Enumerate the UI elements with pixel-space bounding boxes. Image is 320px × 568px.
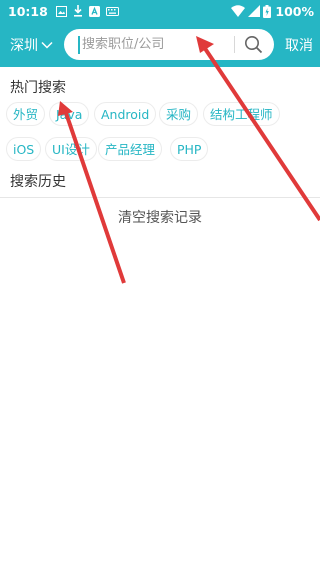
hot-tag-php[interactable]: PHP: [170, 137, 209, 161]
hot-search-title: 热门搜索: [10, 80, 66, 96]
download-notification-icon: [73, 5, 83, 17]
hot-tag-waimao[interactable]: 外贸: [6, 102, 46, 126]
status-time: 10:18: [8, 3, 48, 19]
keyboard-notification-icon: [105, 6, 119, 16]
hot-tag-ui-design[interactable]: UI设计: [45, 137, 97, 161]
battery-percentage: 100%: [275, 3, 314, 19]
battery-icon: [263, 4, 272, 18]
divider: [0, 197, 320, 198]
status-bar: 10:18 100%: [0, 0, 320, 22]
hot-tag-caigou[interactable]: 采购: [159, 102, 199, 126]
search-history-title: 搜索历史: [10, 174, 66, 190]
search-header: 深圳 取消: [0, 22, 320, 67]
search-icon[interactable]: [244, 35, 263, 54]
chevron-down-icon: [41, 41, 53, 49]
city-label: 深圳: [10, 37, 38, 54]
app-notification-icon: [88, 5, 100, 17]
hot-tag-product-manager[interactable]: 产品经理: [98, 137, 163, 161]
cancel-button[interactable]: 取消: [285, 35, 313, 55]
hot-tag-java[interactable]: Java: [49, 102, 90, 126]
signal-icon: [248, 5, 261, 17]
clear-history-button[interactable]: 清空搜索记录: [0, 207, 320, 227]
search-input[interactable]: [78, 35, 238, 54]
city-selector[interactable]: 深圳: [0, 35, 62, 55]
wifi-icon: [231, 5, 246, 17]
hot-tag-android[interactable]: Android: [94, 102, 157, 126]
hot-tag-ios[interactable]: iOS: [6, 137, 42, 161]
image-notification-icon: [55, 5, 67, 17]
search-divider: [234, 36, 235, 53]
arrow-to-hot-search: [58, 101, 126, 284]
search-box: [64, 29, 274, 60]
hot-tag-structural-engineer[interactable]: 结构工程师: [203, 102, 280, 126]
